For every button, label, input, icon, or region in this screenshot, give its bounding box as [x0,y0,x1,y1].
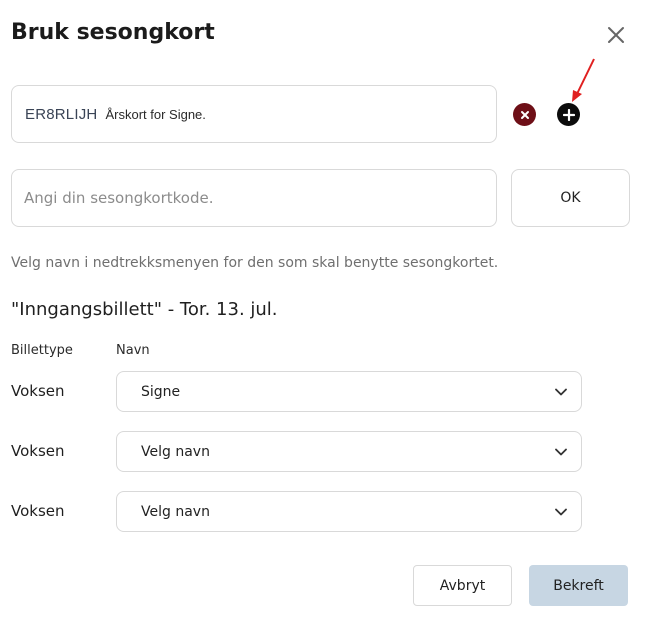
chevron-down-icon [555,508,567,515]
name-select[interactable]: Velg navn [116,431,582,472]
name-select-value: Signe [141,383,181,400]
ok-button[interactable]: OK [511,169,630,227]
close-button[interactable] [605,24,627,46]
name-select-value: Velg navn [141,503,210,520]
instruction-text: Velg navn i nedtrekksmenyen for den som … [11,255,499,271]
remove-card-button[interactable] [513,103,536,126]
add-circle-icon [562,108,575,121]
cancel-button[interactable]: Avbryt [413,565,512,606]
column-header-ticket-type: Billettype [11,343,73,358]
dialog-title: Bruk sesongkort [11,20,215,45]
event-title: "Inngangsbillett" - Tor. 13. jul. [11,299,278,320]
confirm-button[interactable]: Bekreft [529,565,628,606]
ticket-type-label: Voksen [11,382,65,400]
add-card-button[interactable] [557,103,580,126]
ticket-type-label: Voksen [11,442,65,460]
chevron-down-icon [555,448,567,455]
season-card-code: ER8RLIJH [25,105,98,123]
name-select[interactable]: Velg navn [116,491,582,532]
annotation-arrow-icon [572,58,595,102]
season-card-dialog: Bruk sesongkort ER8RLIJH Årskort for Sig… [0,0,652,627]
name-select[interactable]: Signe [116,371,582,412]
ticket-type-label: Voksen [11,502,65,520]
close-icon [608,27,624,43]
season-card-code-input[interactable] [11,169,497,227]
name-select-value: Velg navn [141,443,210,460]
season-card-description: Årskort for Signe. [105,106,206,122]
chevron-down-icon [555,388,567,395]
column-header-name: Navn [116,343,150,358]
applied-season-card: ER8RLIJH Årskort for Signe. [11,85,497,143]
remove-circle-icon [520,110,529,119]
